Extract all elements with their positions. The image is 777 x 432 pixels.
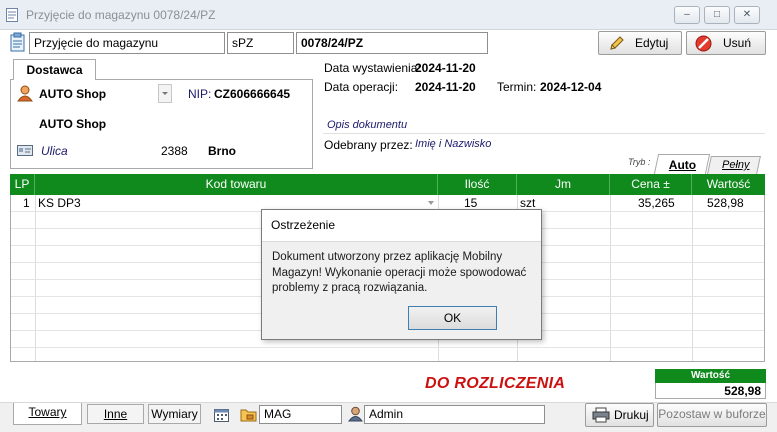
dialog-title: Ostrzeżenie	[262, 210, 541, 242]
cell-price[interactable]: 35,265	[638, 196, 675, 210]
tab-other[interactable]: Inne	[87, 404, 144, 424]
grid-line	[692, 195, 693, 361]
edit-button[interactable]: Edytuj	[598, 31, 682, 55]
cell-unit[interactable]: szt	[520, 196, 535, 210]
tab-supplier[interactable]: Dostawca	[13, 59, 96, 80]
maximize-button[interactable]: □	[704, 6, 730, 24]
delete-label: Usuń	[723, 36, 752, 50]
tab-full[interactable]: Pełny	[707, 156, 761, 174]
tab-dimensions-label: Wymiary	[151, 407, 198, 421]
grid-line	[610, 195, 611, 361]
cell-value: 528,98	[707, 196, 744, 210]
chevron-down-icon	[162, 92, 168, 95]
title-bar: Przyjęcie do magazynu 0078/24/PZ – □ ✕	[0, 0, 777, 30]
tab-goods[interactable]: Towary	[13, 403, 82, 425]
supplier-name: AUTO Shop	[39, 87, 107, 101]
postcode-field[interactable]: 2388	[161, 144, 188, 158]
delete-icon	[695, 35, 712, 52]
city-field[interactable]: Brno	[208, 144, 236, 158]
column-header-code[interactable]: Kod towaru	[35, 174, 438, 195]
term-value[interactable]: 2024-12-04	[540, 80, 601, 94]
column-header-unit[interactable]: Jm	[517, 174, 610, 195]
supplier-panel: AUTO Shop NIP: CZ606666645 AUTO Shop Uli…	[10, 79, 313, 169]
column-header-qty[interactable]: Ilość	[438, 174, 517, 195]
address-card-icon	[17, 145, 33, 156]
description-field[interactable]: Opis dokumentu	[327, 119, 407, 131]
issue-date-value[interactable]: 2024-11-20	[415, 61, 476, 75]
status-label: DO ROZLICZENIA	[425, 375, 566, 392]
series-field[interactable]: sPZ	[227, 32, 294, 54]
user-icon	[348, 406, 363, 422]
supplier-full-name: AUTO Shop	[39, 117, 107, 131]
minimize-button[interactable]: –	[674, 6, 700, 24]
window-title: Przyjęcie do magazynu 0078/24/PZ	[26, 8, 216, 22]
leave-in-buffer-button[interactable]: Pozostaw w buforze	[657, 403, 767, 427]
operation-date-value[interactable]: 2024-11-20	[415, 80, 476, 94]
document-icon	[6, 8, 18, 22]
warehouse-field[interactable]: MAG	[259, 405, 342, 424]
operation-date-label: Data operacji:	[324, 80, 399, 94]
document-number-field[interactable]: 0078/24/PZ	[296, 32, 488, 54]
total-value: 528,98	[655, 383, 766, 399]
person-icon	[17, 85, 33, 102]
received-by-field[interactable]: Imię i Nazwisko	[415, 138, 491, 150]
total-label: Wartość	[655, 369, 766, 383]
delete-button[interactable]: Usuń	[686, 31, 766, 55]
close-button[interactable]: ✕	[734, 6, 760, 24]
received-by-label: Odebrany przez:	[324, 138, 413, 152]
mode-label: Tryb :	[628, 157, 651, 167]
notepad-icon[interactable]	[8, 32, 28, 54]
issue-date-label: Data wystawienia:	[324, 61, 421, 75]
cell-code[interactable]: KS DP3	[38, 196, 81, 210]
calendar-icon[interactable]	[214, 407, 229, 422]
document-type-field[interactable]: Przyjęcie do magazynu	[29, 32, 225, 54]
tab-other-label: Inne	[103, 407, 128, 421]
dialog-message: Dokument utworzony przez aplikację Mobil…	[272, 251, 527, 294]
grid-line	[11, 347, 764, 348]
nip-value: CZ606666645	[214, 87, 291, 101]
street-field[interactable]: Ulica	[41, 144, 68, 158]
printer-icon	[592, 407, 610, 423]
cell-qty[interactable]: 15	[464, 196, 477, 210]
warehouse-folder-icon[interactable]	[240, 406, 258, 422]
column-header-lp[interactable]: LP	[10, 174, 35, 195]
divider	[323, 133, 765, 134]
supplier-dropdown-button[interactable]	[158, 84, 172, 103]
nip-label: NIP:	[188, 87, 212, 101]
print-label: Drukuj	[614, 408, 649, 422]
term-label: Termin:	[497, 80, 537, 94]
tab-full-label: Pełny	[722, 159, 750, 171]
warning-dialog: Ostrzeżenie Dokument utworzony przez apl…	[261, 209, 542, 340]
user-field[interactable]: Admin	[364, 405, 545, 424]
tab-dimensions[interactable]: Wymiary	[148, 404, 201, 424]
tab-goods-label: Towary	[28, 405, 67, 419]
ok-button[interactable]: OK	[408, 306, 497, 330]
edit-label: Edytuj	[635, 36, 669, 50]
tab-auto-label: Auto	[668, 158, 697, 172]
print-button[interactable]: Drukuj	[585, 403, 654, 427]
tab-auto[interactable]: Auto	[653, 154, 711, 174]
pencil-icon	[610, 36, 624, 50]
column-header-price[interactable]: Cena ±	[610, 174, 692, 195]
table-header: LP Kod towaru Ilość Jm Cena ± Wartość	[10, 174, 765, 195]
grid-line	[35, 195, 36, 361]
column-header-value[interactable]: Wartość	[692, 174, 765, 195]
chevron-down-icon[interactable]	[427, 200, 435, 206]
cell-lp: 1	[23, 196, 30, 210]
